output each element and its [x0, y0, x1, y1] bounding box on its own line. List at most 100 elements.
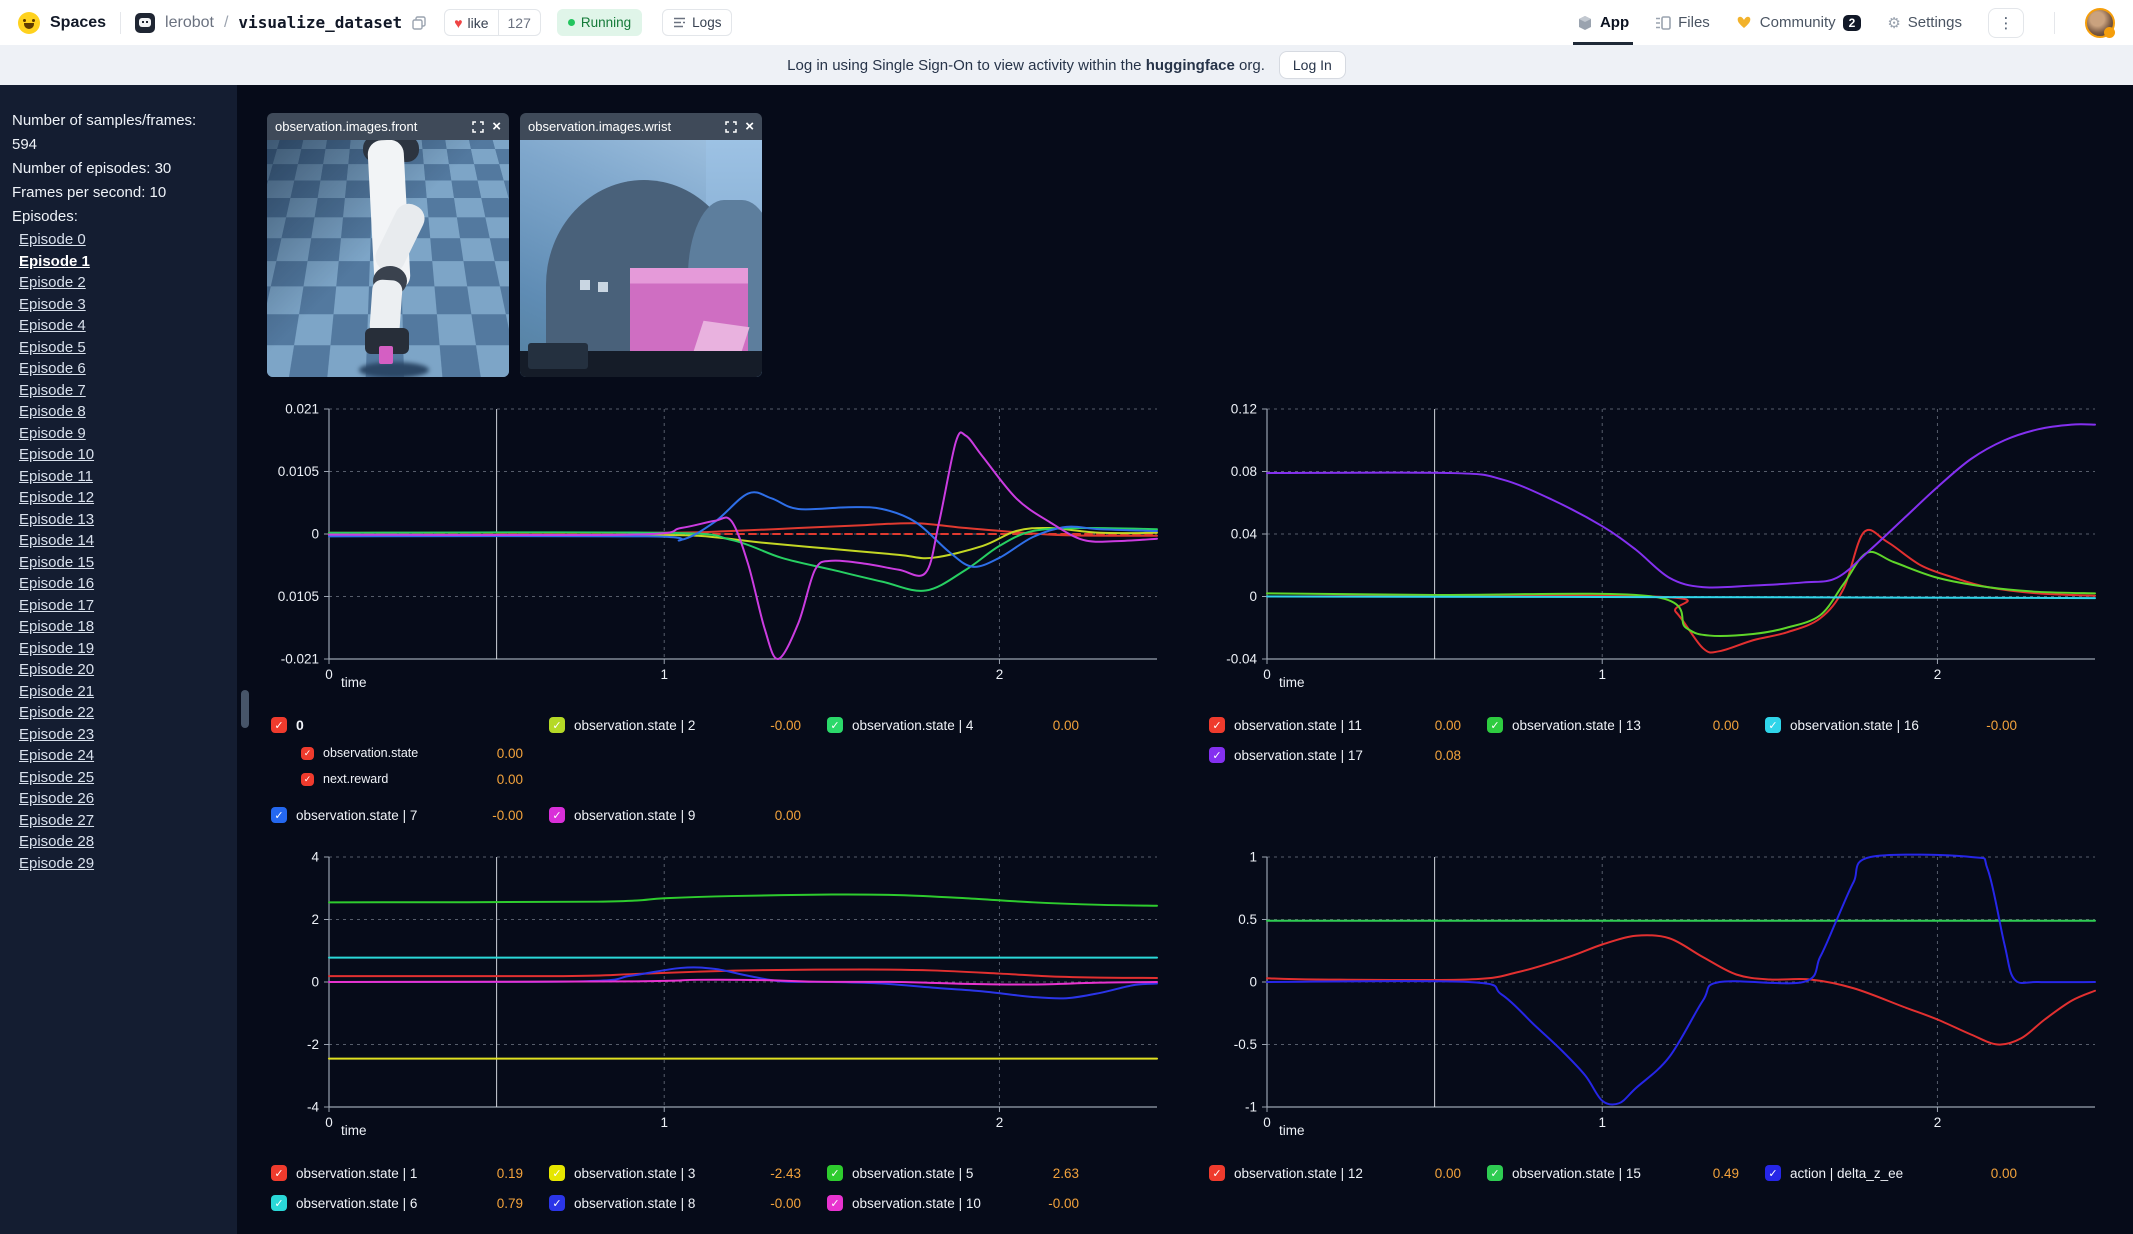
legend-item[interactable]: ✓observation.state | 7-0.00 — [271, 803, 549, 827]
legend-checkbox[interactable]: ✓ — [549, 717, 565, 733]
legend-item[interactable]: ✓next.reward0.00 — [271, 769, 549, 789]
episode-link[interactable]: Episode 23 — [19, 724, 225, 746]
legend-checkbox[interactable]: ✓ — [1209, 747, 1225, 763]
x-tick-label: 0 — [1263, 1115, 1271, 1130]
video-wrist-frame[interactable] — [520, 140, 762, 377]
episode-link[interactable]: Episode 21 — [19, 681, 225, 703]
logs-button[interactable]: Logs — [662, 9, 732, 36]
episode-link[interactable]: Episode 13 — [19, 509, 225, 531]
close-icon[interactable]: × — [492, 118, 501, 135]
chart-canvas-2[interactable]: 420-2-4012time — [267, 847, 1167, 1147]
sidebar-scrollbar-thumb[interactable] — [241, 690, 249, 728]
legend-checkbox[interactable]: ✓ — [549, 807, 565, 823]
episode-link[interactable]: Episode 25 — [19, 767, 225, 789]
episode-link[interactable]: Episode 22 — [19, 702, 225, 724]
legend-item[interactable]: ✓observation.state | 10.19 — [271, 1161, 549, 1185]
org-link[interactable]: lerobot — [165, 14, 214, 32]
episode-link[interactable]: Episode 16 — [19, 573, 225, 595]
legend-item[interactable]: ✓observation.state | 120.00 — [1209, 1161, 1487, 1185]
huggingface-logo-icon[interactable] — [18, 12, 40, 34]
episode-link[interactable]: Episode 9 — [19, 423, 225, 445]
episode-link[interactable]: Episode 11 — [19, 466, 225, 488]
lerobot-org-avatar[interactable] — [135, 13, 155, 33]
episode-link[interactable]: Episode 4 — [19, 315, 225, 337]
legend-checkbox[interactable]: ✓ — [301, 773, 314, 786]
legend-item[interactable]: ✓observation.state | 130.00 — [1487, 713, 1765, 737]
episode-link[interactable]: Episode 8 — [19, 401, 225, 423]
episode-link[interactable]: Episode 0 — [19, 229, 225, 251]
episode-link[interactable]: Episode 12 — [19, 487, 225, 509]
repo-link[interactable]: visualize_dataset — [238, 13, 402, 32]
legend-checkbox[interactable]: ✓ — [827, 1195, 843, 1211]
legend-checkbox[interactable]: ✓ — [1765, 717, 1781, 733]
like-count[interactable]: 127 — [498, 10, 540, 35]
legend-checkbox[interactable]: ✓ — [549, 1195, 565, 1211]
legend-checkbox[interactable]: ✓ — [1487, 717, 1503, 733]
legend-item[interactable]: ✓observation.state | 90.00 — [549, 803, 827, 827]
episode-link[interactable]: Episode 24 — [19, 745, 225, 767]
legend-item[interactable]: ✓observation.state | 3-2.43 — [549, 1161, 827, 1185]
legend-item[interactable]: ✓observation.state | 10-0.00 — [827, 1191, 1105, 1215]
episode-link[interactable]: Episode 18 — [19, 616, 225, 638]
user-avatar[interactable] — [2085, 8, 2115, 38]
copy-icon[interactable] — [412, 16, 426, 30]
tab-app[interactable]: App — [1577, 0, 1629, 45]
episode-link[interactable]: Episode 15 — [19, 552, 225, 574]
legend-item[interactable]: ✓observation.state | 110.00 — [1209, 713, 1487, 737]
episode-link[interactable]: Episode 19 — [19, 638, 225, 660]
episode-link[interactable]: Episode 28 — [19, 831, 225, 853]
legend-checkbox[interactable]: ✓ — [271, 1165, 287, 1181]
episode-link[interactable]: Episode 17 — [19, 595, 225, 617]
legend-checkbox[interactable]: ✓ — [271, 1195, 287, 1211]
chart-canvas-1[interactable]: 0.120.080.040-0.04012time — [1205, 399, 2105, 699]
legend-checkbox[interactable]: ✓ — [271, 807, 287, 823]
status-badge[interactable]: Running — [557, 9, 642, 36]
chart-canvas-3[interactable]: 10.50-0.5-1012time — [1205, 847, 2105, 1147]
login-button[interactable]: Log In — [1279, 51, 1346, 79]
like-widget[interactable]: ♥like 127 — [444, 9, 541, 36]
legend-item[interactable]: ✓observation.state | 16-0.00 — [1765, 713, 2043, 737]
legend-checkbox[interactable]: ✓ — [1209, 717, 1225, 733]
legend-item[interactable]: ✓observation.state | 150.49 — [1487, 1161, 1765, 1185]
expand-icon[interactable] — [725, 121, 737, 133]
more-options-button[interactable]: ⋮ — [1988, 8, 2024, 38]
y-tick-label: 1 — [1249, 850, 1257, 865]
legend-item[interactable]: ✓0 — [271, 713, 549, 737]
legend-item[interactable]: ✓observation.state0.00 — [271, 743, 549, 763]
episode-link[interactable]: Episode 26 — [19, 788, 225, 810]
episode-link[interactable]: Episode 5 — [19, 337, 225, 359]
legend-item[interactable]: ✓observation.state | 170.08 — [1209, 743, 1487, 767]
spaces-brand[interactable]: Spaces — [50, 14, 106, 32]
tab-files[interactable]: Files — [1655, 0, 1710, 45]
episode-link[interactable]: Episode 2 — [19, 272, 225, 294]
episode-link[interactable]: Episode 10 — [19, 444, 225, 466]
episode-link[interactable]: Episode 1 — [19, 251, 225, 273]
legend-checkbox[interactable]: ✓ — [827, 717, 843, 733]
tab-community[interactable]: Community 2 — [1736, 0, 1862, 45]
episode-link[interactable]: Episode 7 — [19, 380, 225, 402]
close-icon[interactable]: × — [745, 118, 754, 135]
legend-item[interactable]: ✓observation.state | 40.00 — [827, 713, 1105, 737]
episode-link[interactable]: Episode 20 — [19, 659, 225, 681]
chart-canvas-0[interactable]: 0.0210.010500.0105-0.021012time — [267, 399, 1167, 699]
legend-item[interactable]: ✓observation.state | 8-0.00 — [549, 1191, 827, 1215]
legend-item[interactable]: ✓observation.state | 60.79 — [271, 1191, 549, 1215]
legend-item[interactable]: ✓action | delta_z_ee0.00 — [1765, 1161, 2043, 1185]
tab-settings[interactable]: ⚙ Settings — [1887, 0, 1962, 45]
legend-checkbox[interactable]: ✓ — [1765, 1165, 1781, 1181]
episode-link[interactable]: Episode 14 — [19, 530, 225, 552]
episode-link[interactable]: Episode 29 — [19, 853, 225, 875]
legend-checkbox[interactable]: ✓ — [1209, 1165, 1225, 1181]
episode-link[interactable]: Episode 27 — [19, 810, 225, 832]
expand-icon[interactable] — [472, 121, 484, 133]
episode-link[interactable]: Episode 6 — [19, 358, 225, 380]
legend-checkbox[interactable]: ✓ — [827, 1165, 843, 1181]
legend-checkbox[interactable]: ✓ — [1487, 1165, 1503, 1181]
legend-checkbox[interactable]: ✓ — [271, 717, 287, 733]
legend-item[interactable]: ✓observation.state | 52.63 — [827, 1161, 1105, 1185]
legend-checkbox[interactable]: ✓ — [549, 1165, 565, 1181]
episode-link[interactable]: Episode 3 — [19, 294, 225, 316]
legend-checkbox[interactable]: ✓ — [301, 747, 314, 760]
legend-item[interactable]: ✓observation.state | 2-0.00 — [549, 713, 827, 737]
video-front-frame[interactable] — [267, 140, 509, 377]
